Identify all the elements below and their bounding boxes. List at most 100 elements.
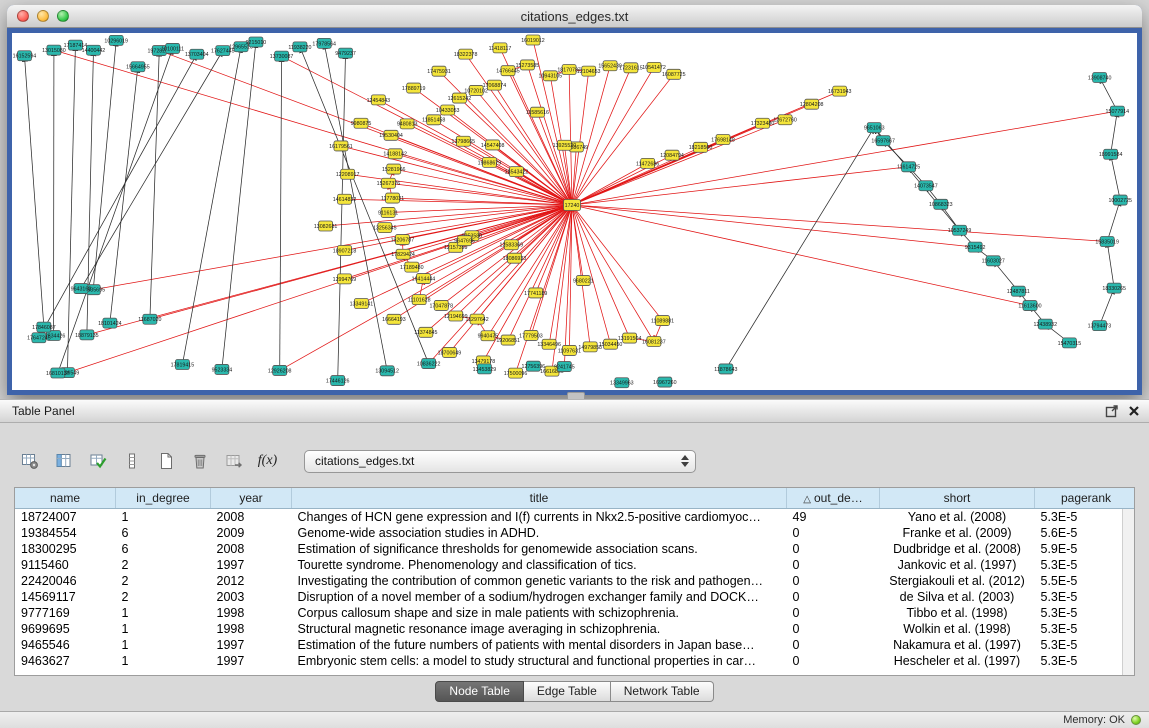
- cell-name[interactable]: 18300295: [15, 541, 116, 557]
- table-row[interactable]: 969969511998Structural magnetic resonanc…: [15, 621, 1135, 637]
- cell-name[interactable]: 9777169: [15, 605, 116, 621]
- table-row[interactable]: 1872400712008Changes of HCN gene express…: [15, 509, 1135, 526]
- cell-out_de[interactable]: 0: [787, 573, 880, 589]
- cell-pagerank[interactable]: 5.3E-5: [1035, 589, 1136, 605]
- cell-pagerank[interactable]: 5.3E-5: [1035, 509, 1136, 526]
- cell-out_de[interactable]: 0: [787, 637, 880, 653]
- cell-short[interactable]: Dudbridge et al. (2008): [880, 541, 1035, 557]
- cell-in_degree[interactable]: 6: [116, 525, 211, 541]
- minimize-button[interactable]: [37, 10, 49, 22]
- cell-in_degree[interactable]: 1: [116, 653, 211, 669]
- cell-name[interactable]: 9463627: [15, 653, 116, 669]
- cell-pagerank[interactable]: 5.3E-5: [1035, 605, 1136, 621]
- cell-title[interactable]: Genome-wide association studies in ADHD.: [292, 525, 787, 541]
- cell-pagerank[interactable]: 5.3E-5: [1035, 621, 1136, 637]
- cell-short[interactable]: Jankovic et al. (1997): [880, 557, 1035, 573]
- table-row[interactable]: 911546021997Tourette syndrome. Phenomeno…: [15, 557, 1135, 573]
- cell-year[interactable]: 2008: [211, 509, 292, 526]
- table-row[interactable]: 1456911722003Disruption of a novel membe…: [15, 589, 1135, 605]
- cell-short[interactable]: Tibbo et al. (1998): [880, 605, 1035, 621]
- cell-name[interactable]: 19384554: [15, 525, 116, 541]
- row-tools-icon[interactable]: [118, 448, 145, 475]
- table-options-icon[interactable]: [16, 448, 43, 475]
- column-header-pagerank[interactable]: pagerank: [1035, 488, 1136, 509]
- column-header-in_degree[interactable]: in_degree: [116, 488, 211, 509]
- cell-short[interactable]: Nakamura et al. (1997): [880, 637, 1035, 653]
- cell-year[interactable]: 1997: [211, 653, 292, 669]
- new-file-icon[interactable]: [152, 448, 179, 475]
- network-canvas[interactable]: 1724011089881160812371319150415034450149…: [12, 33, 1137, 390]
- cell-in_degree[interactable]: 2: [116, 573, 211, 589]
- float-panel-icon[interactable]: [1105, 404, 1119, 418]
- column-header-year[interactable]: year: [211, 488, 292, 509]
- tab-node-table[interactable]: Node Table: [435, 681, 524, 702]
- table-row[interactable]: 946362711997Embryonic stem cells: a mode…: [15, 653, 1135, 669]
- close-button[interactable]: [17, 10, 29, 22]
- cell-in_degree[interactable]: 1: [116, 637, 211, 653]
- table-scrollbar[interactable]: [1122, 509, 1134, 675]
- cell-pagerank[interactable]: 5.5E-5: [1035, 573, 1136, 589]
- tab-edge-table[interactable]: Edge Table: [524, 681, 611, 702]
- table-row[interactable]: 946554611997Estimation of the future num…: [15, 637, 1135, 653]
- cell-out_de[interactable]: 0: [787, 525, 880, 541]
- cell-in_degree[interactable]: 2: [116, 589, 211, 605]
- delete-icon[interactable]: [186, 448, 213, 475]
- cell-year[interactable]: 1997: [211, 557, 292, 573]
- show-columns-icon[interactable]: [50, 448, 77, 475]
- cell-title[interactable]: Embryonic stem cells: a model to study s…: [292, 653, 787, 669]
- cell-in_degree[interactable]: 1: [116, 509, 211, 526]
- cell-name[interactable]: 9115460: [15, 557, 116, 573]
- cell-in_degree[interactable]: 2: [116, 557, 211, 573]
- cell-short[interactable]: Yano et al. (2008): [880, 509, 1035, 526]
- column-header-out_de[interactable]: △out_de…: [787, 488, 880, 509]
- function-builder-icon[interactable]: f(x): [254, 448, 281, 475]
- window-titlebar[interactable]: citations_edges.txt: [7, 5, 1142, 28]
- cell-title[interactable]: Corpus callosum shape and size in male p…: [292, 605, 787, 621]
- cell-short[interactable]: Franke et al. (2009): [880, 525, 1035, 541]
- column-header-short[interactable]: short: [880, 488, 1035, 509]
- cell-out_de[interactable]: 0: [787, 589, 880, 605]
- table-row[interactable]: 1938455462009Genome-wide association stu…: [15, 525, 1135, 541]
- cell-out_de[interactable]: 0: [787, 605, 880, 621]
- table-row[interactable]: 977716911998Corpus callosum shape and si…: [15, 605, 1135, 621]
- select-mode-icon[interactable]: [84, 448, 111, 475]
- table-selector-dropdown[interactable]: citations_edges.txt: [304, 450, 696, 473]
- cell-out_de[interactable]: 0: [787, 621, 880, 637]
- cell-year[interactable]: 1998: [211, 621, 292, 637]
- cell-name[interactable]: 14569117: [15, 589, 116, 605]
- cell-out_de[interactable]: 0: [787, 557, 880, 573]
- tab-network-table[interactable]: Network Table: [611, 681, 714, 702]
- cell-short[interactable]: Hescheler et al. (1997): [880, 653, 1035, 669]
- cell-pagerank[interactable]: 5.9E-5: [1035, 541, 1136, 557]
- cell-in_degree[interactable]: 1: [116, 621, 211, 637]
- cell-title[interactable]: Changes of HCN gene expression and I(f) …: [292, 509, 787, 526]
- cell-short[interactable]: de Silva et al. (2003): [880, 589, 1035, 605]
- cell-title[interactable]: Estimation of the future numbers of pati…: [292, 637, 787, 653]
- cell-out_de[interactable]: 0: [787, 541, 880, 557]
- cell-out_de[interactable]: 0: [787, 653, 880, 669]
- cell-short[interactable]: Stergiakouli et al. (2012): [880, 573, 1035, 589]
- table-row[interactable]: 1830029562008Estimation of significance …: [15, 541, 1135, 557]
- cell-title[interactable]: Investigating the contribution of common…: [292, 573, 787, 589]
- import-table-icon[interactable]: [220, 448, 247, 475]
- cell-name[interactable]: 9465546: [15, 637, 116, 653]
- cell-name[interactable]: 22420046: [15, 573, 116, 589]
- cell-year[interactable]: 2003: [211, 589, 292, 605]
- cell-year[interactable]: 2009: [211, 525, 292, 541]
- cell-pagerank[interactable]: 5.3E-5: [1035, 653, 1136, 669]
- cell-year[interactable]: 2008: [211, 541, 292, 557]
- cell-pagerank[interactable]: 5.3E-5: [1035, 557, 1136, 573]
- cell-title[interactable]: Structural magnetic resonance image aver…: [292, 621, 787, 637]
- column-header-name[interactable]: name: [15, 488, 116, 509]
- cell-title[interactable]: Tourette syndrome. Phenomenology and cla…: [292, 557, 787, 573]
- cell-in_degree[interactable]: 1: [116, 605, 211, 621]
- column-header-title[interactable]: title: [292, 488, 787, 509]
- table-row[interactable]: 2242004622012Investigating the contribut…: [15, 573, 1135, 589]
- cell-name[interactable]: 9699695: [15, 621, 116, 637]
- cell-short[interactable]: Wolkin et al. (1998): [880, 621, 1035, 637]
- close-panel-icon[interactable]: [1127, 404, 1141, 418]
- cell-pagerank[interactable]: 5.3E-5: [1035, 637, 1136, 653]
- zoom-button[interactable]: [57, 10, 69, 22]
- cell-title[interactable]: Disruption of a novel member of a sodium…: [292, 589, 787, 605]
- cell-pagerank[interactable]: 5.6E-5: [1035, 525, 1136, 541]
